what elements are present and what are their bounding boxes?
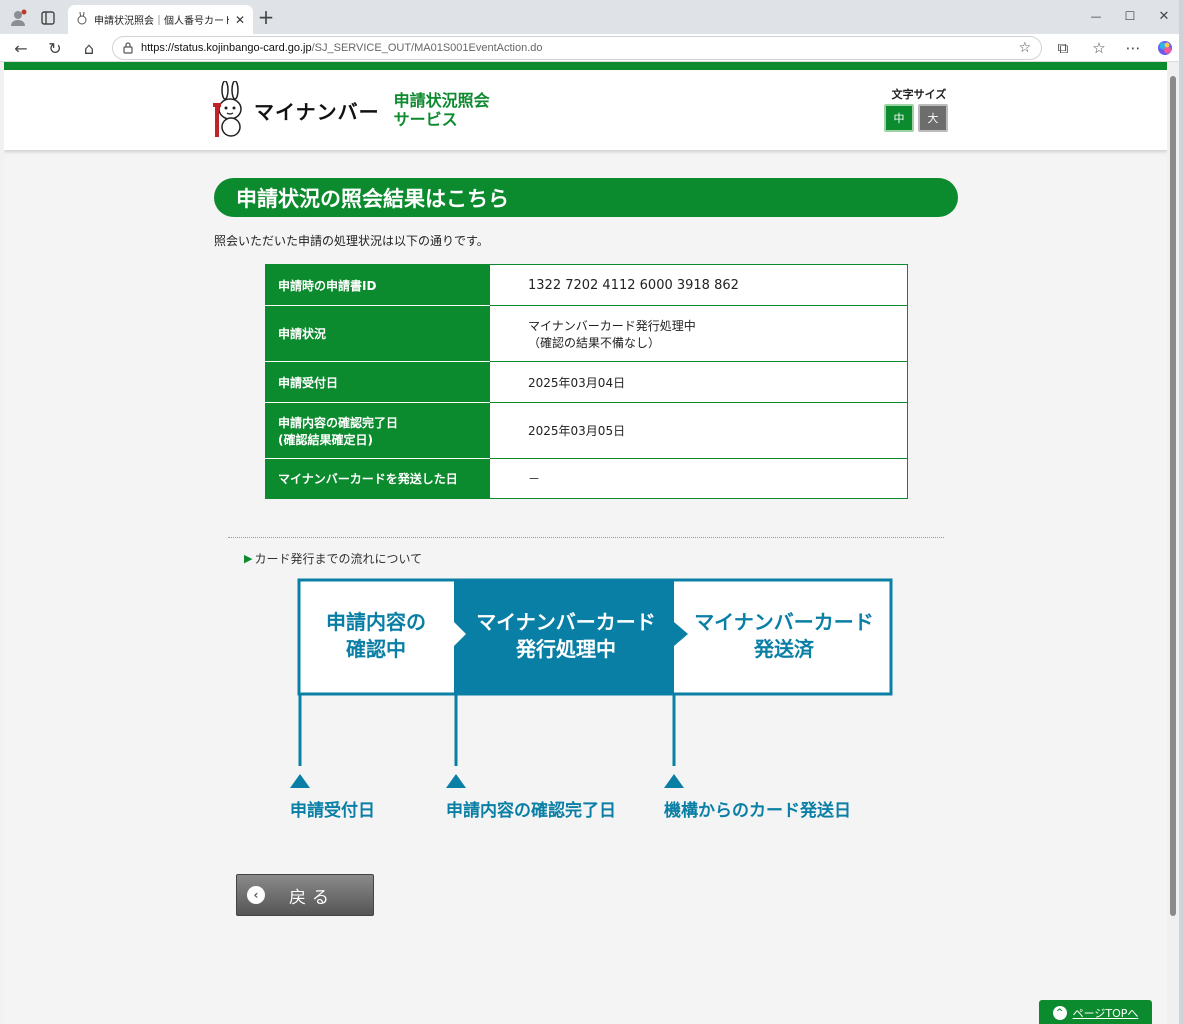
- table-row: 申請内容の確認完了日 (確認結果確定日) 2025年03月05日: [265, 402, 908, 459]
- flow-step-3-line2: 発送済: [753, 637, 815, 661]
- triangle-right-icon: ▶: [244, 552, 253, 565]
- status-line2: （確認の結果不備なし）: [528, 335, 661, 350]
- milestone-3-label: 機構からのカード発送日: [664, 800, 851, 821]
- row-label-line1: 申請内容の確認完了日: [278, 415, 399, 430]
- copilot-icon[interactable]: [1154, 38, 1176, 58]
- row-label: 申請時の申請書ID: [265, 264, 490, 306]
- flow-step-2-line1: マイナンバーカード: [476, 610, 656, 634]
- flow-step-3-line1: マイナンバーカード: [694, 610, 874, 634]
- chevron-left-icon: ‹: [247, 886, 265, 904]
- received-date-value: 2025年03月04日: [489, 361, 908, 403]
- table-row: 申請時の申請書ID 1322 7202 4112 6000 3918 862: [265, 264, 908, 306]
- page-viewport: マイナンバー 申請状況照会 サービス 文字サイズ 中 大 申請状況の照会結果はこ…: [4, 62, 1167, 1024]
- window-border: [1179, 0, 1183, 1024]
- milestone-2-triangle-icon: [446, 774, 466, 788]
- back-button[interactable]: ‹ 戻る: [236, 874, 374, 916]
- row-label: マイナンバーカードを発送した日: [265, 458, 490, 499]
- row-label-line2: (確認結果確定日): [278, 432, 373, 447]
- application-status-value: マイナンバーカード発行処理中 （確認の結果不備なし）: [489, 305, 908, 362]
- extensions-icon[interactable]: ⧉: [1052, 38, 1074, 58]
- intro-text: 照会いただいた申請の処理状況は以下の通りです。: [214, 234, 489, 248]
- new-tab-icon[interactable]: +: [256, 5, 276, 29]
- page-top-button[interactable]: ^ ページTOPへ: [1039, 1000, 1152, 1024]
- flow-info-link[interactable]: ▶ カード発行までの流れについて: [244, 550, 422, 567]
- flow-step-1-line2: 確認中: [346, 637, 406, 661]
- url-host: https://status.kojinbango-card.go.jp: [141, 42, 312, 54]
- profile-icon[interactable]: [8, 8, 28, 28]
- table-row: 申請受付日 2025年03月04日: [265, 361, 908, 403]
- back-button-label: 戻る: [289, 887, 335, 908]
- milestone-1-label: 申請受付日: [290, 800, 375, 821]
- url-field[interactable]: https://status.kojinbango-card.go.jp/SJ_…: [112, 36, 1042, 60]
- milestone-2-label: 申請内容の確認完了日: [446, 800, 616, 821]
- favorite-star-icon[interactable]: ☆: [1018, 40, 1031, 56]
- row-label: 申請受付日: [265, 361, 490, 403]
- font-size-switcher: 文字サイズ 中 大: [884, 86, 954, 132]
- window-close-icon[interactable]: ✕: [1152, 6, 1176, 26]
- tab-favicon-icon: [76, 10, 88, 29]
- font-size-medium-button[interactable]: 中: [884, 104, 914, 132]
- status-table: 申請時の申請書ID 1322 7202 4112 6000 3918 862 申…: [265, 264, 908, 499]
- logo-text: マイナンバー: [254, 99, 380, 124]
- site-header: マイナンバー 申請状況照会 サービス 文字サイズ 中 大: [4, 70, 1167, 150]
- tab-actions-icon[interactable]: [38, 8, 58, 28]
- browser-tab[interactable]: 申請状況照会｜個人番号カード交付 ✕: [68, 5, 253, 34]
- service-name: 申請状況照会 サービス: [394, 91, 490, 129]
- flow-info-link-label: カード発行までの流れについて: [254, 552, 423, 566]
- row-label: 申請状況: [265, 305, 490, 362]
- font-size-label: 文字サイズ: [891, 88, 947, 101]
- flow-step-1-line1: 申請内容の: [326, 610, 426, 634]
- service-name-line1: 申請状況照会: [393, 91, 490, 110]
- page-title: 申請状況の照会結果はこちら: [214, 178, 958, 217]
- maximize-icon[interactable]: ☐: [1118, 6, 1142, 26]
- font-size-large-button[interactable]: 大: [918, 104, 948, 132]
- issuance-flow-diagram: 申請内容の 確認中 マイナンバーカード 発行処理中 マイナンバーカード 発送済 …: [290, 578, 893, 821]
- table-row: 申請状況 マイナンバーカード発行処理中 （確認の結果不備なし）: [265, 305, 908, 362]
- url-text: https://status.kojinbango-card.go.jp/SJ_…: [141, 42, 1010, 54]
- milestone-3-triangle-icon: [664, 774, 684, 788]
- minimize-icon[interactable]: —: [1084, 6, 1108, 26]
- vertical-scrollbar[interactable]: [1167, 62, 1179, 1024]
- home-icon[interactable]: ⌂: [78, 38, 100, 58]
- shipped-date-value: －: [489, 458, 908, 499]
- favorites-icon[interactable]: ☆: [1088, 38, 1110, 58]
- flow-step-2-line2: 発行処理中: [515, 637, 616, 661]
- scrollbar-thumb[interactable]: [1170, 76, 1176, 916]
- service-name-line2: サービス: [393, 110, 458, 129]
- lock-icon[interactable]: [123, 39, 133, 58]
- site-logo[interactable]: マイナンバー 申請状況照会 サービス: [212, 80, 492, 140]
- table-row: マイナンバーカードを発送した日 －: [265, 458, 908, 499]
- address-bar: ← ↻ ⌂ https://status.kojinbango-card.go.…: [0, 34, 1183, 62]
- url-path: /SJ_SERVICE_OUT/MA01S001EventAction.do: [311, 42, 543, 54]
- chevron-up-icon: ^: [1052, 1006, 1067, 1020]
- status-line1: マイナンバーカード発行処理中: [528, 318, 696, 333]
- row-label: 申請内容の確認完了日 (確認結果確定日): [265, 402, 490, 459]
- back-icon[interactable]: ←: [10, 38, 32, 58]
- page-top-label: ページTOPへ: [1072, 1007, 1139, 1020]
- reload-icon[interactable]: ↻: [44, 38, 66, 58]
- section-divider: [228, 537, 944, 538]
- confirmation-date-value: 2025年03月05日: [489, 402, 908, 459]
- tab-close-icon[interactable]: ✕: [235, 13, 245, 27]
- application-id-value: 1322 7202 4112 6000 3918 862: [489, 264, 908, 306]
- milestone-1-triangle-icon: [290, 774, 310, 788]
- mynumber-mascot-icon: [213, 81, 242, 137]
- more-menu-icon[interactable]: ⋯: [1122, 38, 1144, 58]
- browser-tab-bar: 申請状況照会｜個人番号カード交付 ✕ + — ☐ ✕: [0, 0, 1183, 34]
- tab-title: 申請状況照会｜個人番号カード交付: [94, 16, 229, 27]
- header-accent-strip: [4, 62, 1167, 70]
